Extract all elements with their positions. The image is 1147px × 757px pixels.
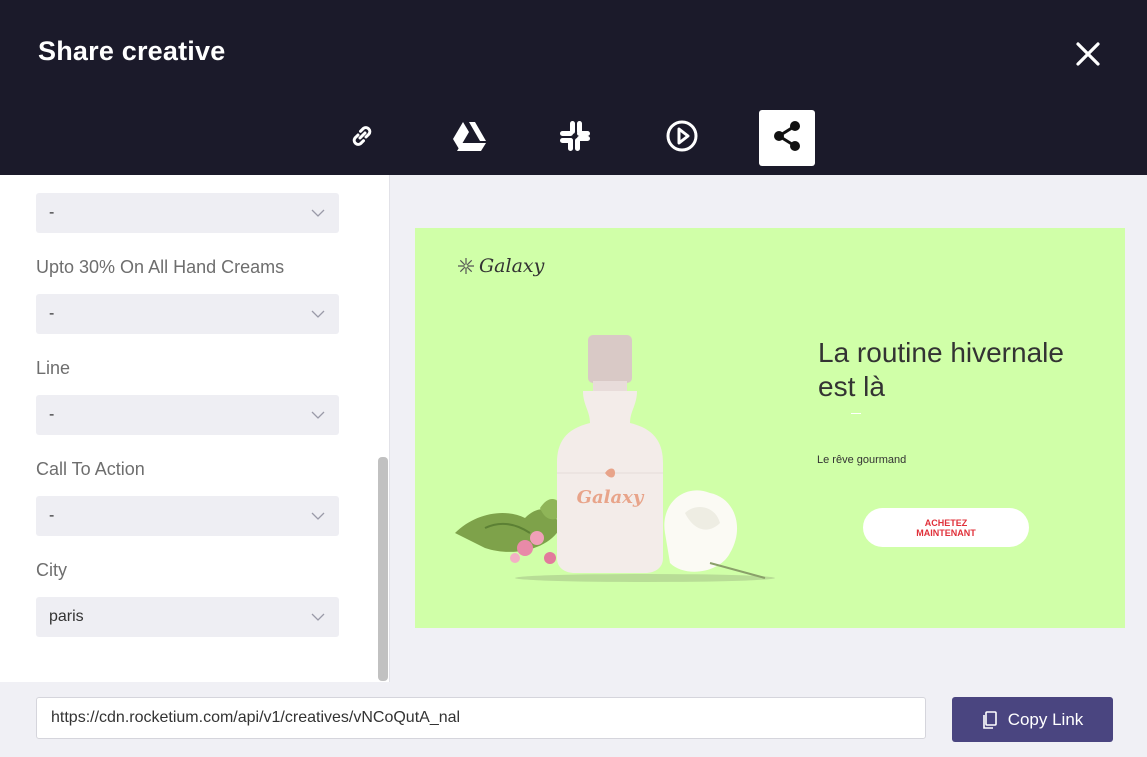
tab-link[interactable] <box>334 110 390 166</box>
call-to-action-select[interactable]: - <box>36 496 339 536</box>
variable-select[interactable]: - <box>36 193 339 233</box>
copy-link-button[interactable]: Copy Link <box>952 697 1113 742</box>
share-footer: https://cdn.rocketium.com/api/v1/creativ… <box>0 682 1147 757</box>
share-icon <box>770 119 804 158</box>
chevron-down-icon <box>311 411 325 419</box>
copy-icon <box>982 710 997 729</box>
subline: Le rêve gourmand <box>817 454 907 466</box>
share-tabs <box>334 110 818 166</box>
cta-label: ACHETEZ MAINTENANT <box>916 517 976 538</box>
select-value: paris <box>49 608 84 625</box>
select-value: - <box>49 507 55 524</box>
brand-name: Galaxy <box>479 255 545 277</box>
tab-video[interactable] <box>654 110 710 166</box>
offer-select[interactable]: - <box>36 294 339 334</box>
headline: La routine hivernale est là <box>818 336 1064 404</box>
chevron-down-icon <box>311 613 325 621</box>
select-value: - <box>49 406 55 423</box>
close-icon[interactable] <box>1070 36 1106 72</box>
preview-panel: Galaxy Galaxy La routine hivernale est l… <box>390 175 1147 682</box>
headline-line-1: La routine hivernale <box>818 337 1064 368</box>
scrollbar-thumb[interactable] <box>378 457 388 681</box>
line-select[interactable]: - <box>36 395 339 435</box>
field-label: Call To Action <box>36 459 145 479</box>
divider <box>851 413 861 414</box>
headline-line-2: est là <box>818 371 885 402</box>
variables-panel: - Upto 30% On All Hand Creams - Line - C… <box>0 175 390 682</box>
select-value: - <box>49 305 55 322</box>
flower-icon <box>458 258 474 274</box>
play-icon <box>664 118 700 159</box>
product-label: Galaxy <box>577 487 645 508</box>
product-image: Galaxy <box>455 335 775 582</box>
field-label: City <box>36 560 67 580</box>
city-select[interactable]: paris <box>36 597 339 637</box>
field-label: Line <box>36 358 71 378</box>
link-icon <box>347 121 377 156</box>
brand-logo: Galaxy <box>457 255 544 277</box>
chevron-down-icon <box>311 310 325 318</box>
cta-button[interactable]: ACHETEZ MAINTENANT <box>863 508 1029 547</box>
google-drive-icon <box>451 120 487 157</box>
tab-slack[interactable] <box>547 110 603 166</box>
share-url-field[interactable]: https://cdn.rocketium.com/api/v1/creativ… <box>36 697 926 739</box>
dialog-header: Share creative <box>0 0 1147 175</box>
chevron-down-icon <box>311 512 325 520</box>
select-value: - <box>49 204 55 221</box>
chevron-down-icon <box>311 209 325 217</box>
tab-share[interactable] <box>759 110 815 166</box>
field-label: Upto 30% On All Hand Creams <box>36 257 285 277</box>
slack-icon <box>557 118 593 159</box>
dialog-title: Share creative <box>38 36 226 66</box>
copy-link-label: Copy Link <box>1007 709 1084 729</box>
creative-preview: Galaxy Galaxy La routine hivernale est l… <box>415 228 1125 628</box>
tab-google-drive[interactable] <box>441 110 497 166</box>
